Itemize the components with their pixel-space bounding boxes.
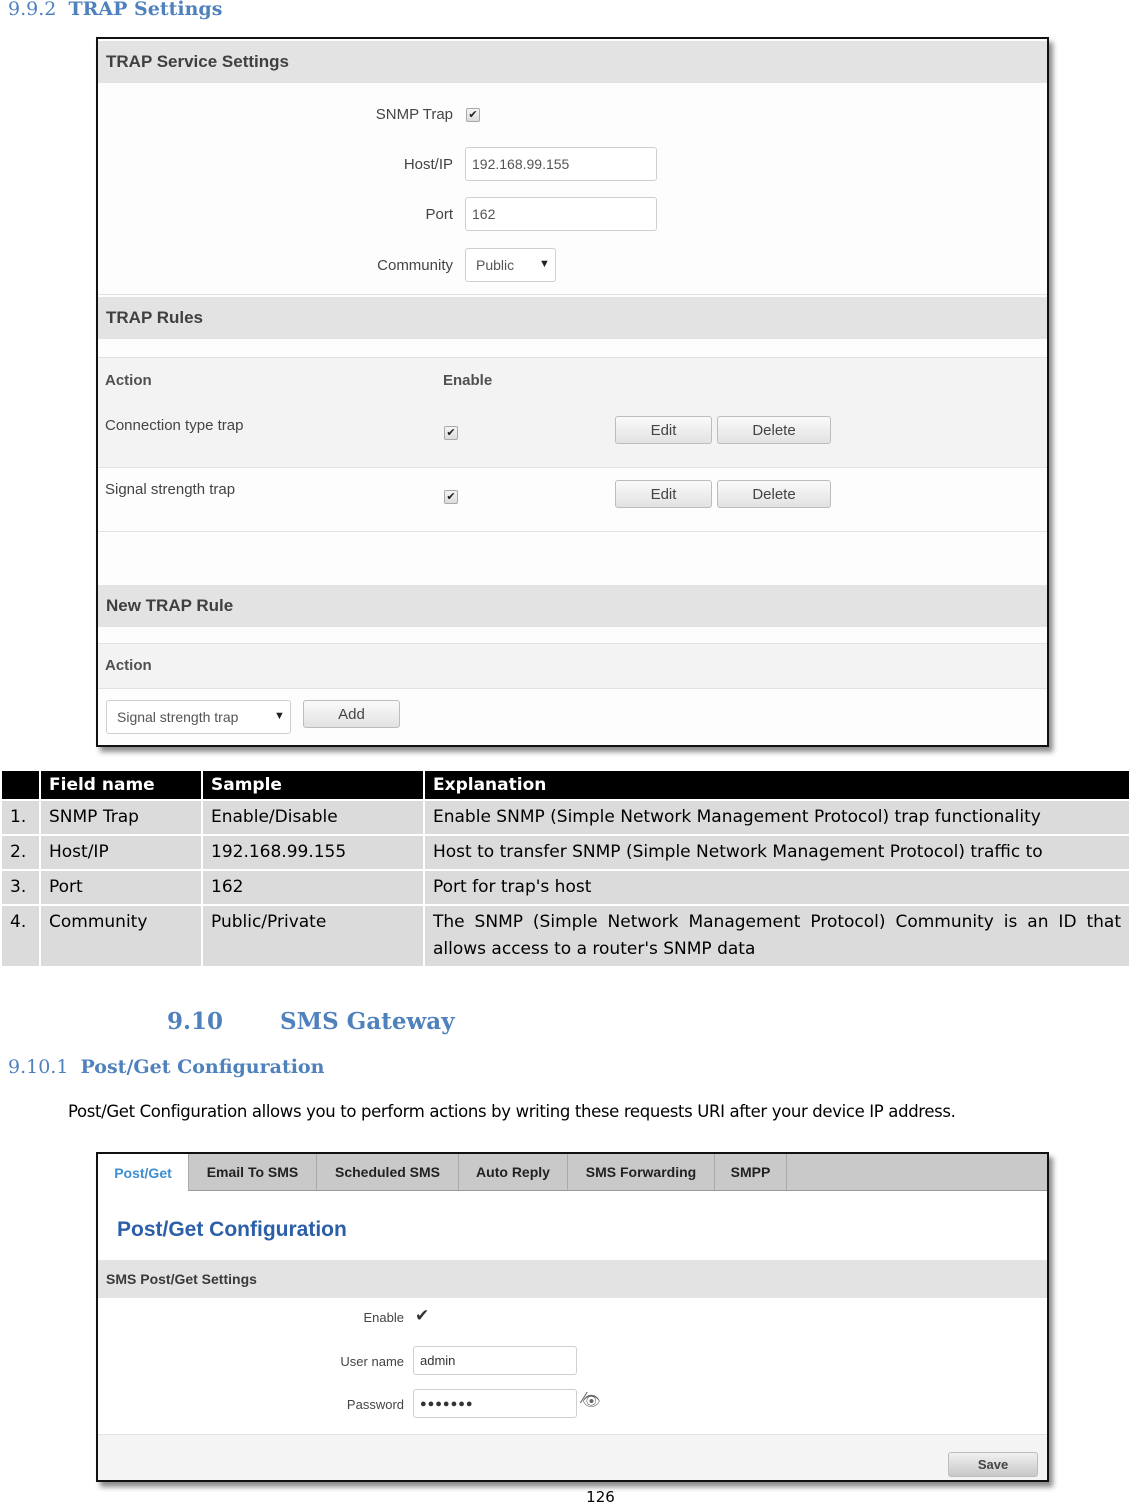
dropdown-arrow-icon: ▼ bbox=[539, 258, 550, 270]
toggle-password-visibility[interactable]: 👁 ∕ bbox=[582, 1390, 602, 1410]
trap-rules-header: TRAP Rules bbox=[98, 297, 1047, 339]
snmp-trap-label: SNMP Trap bbox=[375, 106, 453, 123]
divider bbox=[98, 294, 1047, 295]
tab-post-get[interactable]: Post/Get bbox=[98, 1154, 189, 1191]
dropdown-arrow-icon: ▼ bbox=[274, 710, 285, 722]
tab-smpp[interactable]: SMPP bbox=[715, 1154, 787, 1190]
section-heading-trap-settings: 9.9.2 TRAP Settings bbox=[8, 0, 222, 20]
section-number: 9.10.1 bbox=[8, 1056, 69, 1078]
sample: Enable/Disable bbox=[203, 801, 423, 834]
table-row: 4. Community Public/Private The SNMP (Si… bbox=[2, 906, 1129, 966]
explanation: Host to transfer SNMP (Simple Network Ma… bbox=[425, 836, 1129, 869]
table-row: 1. SNMP Trap Enable/Disable Enable SNMP … bbox=[2, 801, 1129, 834]
username-input[interactable]: admin bbox=[413, 1346, 577, 1375]
tab-scheduled-sms[interactable]: Scheduled SMS bbox=[317, 1154, 459, 1190]
enable-label: Enable bbox=[363, 1310, 404, 1325]
col-action: Action bbox=[105, 372, 152, 389]
rules-table-header: Action Enable bbox=[98, 357, 1047, 405]
page-title: Post/Get Configuration bbox=[117, 1218, 347, 1241]
section-number: 9.9.2 bbox=[8, 0, 57, 20]
community-select[interactable]: Public ▼ bbox=[465, 248, 556, 282]
password-input[interactable]: ●●●●●●● bbox=[413, 1389, 577, 1418]
field-name: SNMP Trap bbox=[41, 801, 201, 834]
section-title: SMS Gateway bbox=[280, 1008, 455, 1035]
snmp-trap-checkbox[interactable]: ✔ bbox=[466, 108, 480, 122]
trap-settings-screenshot: TRAP Service Settings SNMP Trap ✔ Host/I… bbox=[96, 37, 1049, 747]
new-rule-select-value: Signal strength trap bbox=[117, 709, 239, 725]
col-sample: Sample bbox=[203, 771, 423, 799]
tab-email-to-sms[interactable]: Email To SMS bbox=[189, 1154, 317, 1190]
save-button[interactable]: Save bbox=[948, 1452, 1038, 1477]
col-explanation: Explanation bbox=[425, 771, 1129, 799]
port-label: Port bbox=[425, 206, 453, 223]
checkmark-icon: ✔ bbox=[446, 491, 456, 503]
host-ip-input[interactable]: 192.168.99.155 bbox=[465, 147, 657, 181]
explanation: Enable SNMP (Simple Network Management P… bbox=[425, 801, 1129, 834]
row-number: 4. bbox=[2, 906, 39, 966]
col-field-name: Field name bbox=[41, 771, 201, 799]
sample: 192.168.99.155 bbox=[203, 836, 423, 869]
table-row: Signal strength trap ✔ Edit Delete bbox=[98, 468, 1047, 532]
password-label: Password bbox=[346, 1397, 404, 1412]
row-number: 3. bbox=[2, 871, 39, 904]
section-heading-post-get: 9.10.1 Post/Get Configuration bbox=[8, 1056, 324, 1078]
rule-action: Signal strength trap bbox=[105, 481, 236, 498]
col-number bbox=[2, 771, 39, 799]
rule-enable-checkbox[interactable]: ✔ bbox=[444, 490, 458, 504]
new-trap-rule-header: New TRAP Rule bbox=[98, 585, 1047, 627]
page-number: 126 bbox=[586, 1488, 615, 1506]
port-input[interactable]: 162 bbox=[465, 197, 657, 231]
sample: 162 bbox=[203, 871, 423, 904]
table-row: 3. Port 162 Port for trap's host bbox=[2, 871, 1129, 904]
tab-bar: Post/Get Email To SMS Scheduled SMS Auto… bbox=[98, 1154, 1047, 1191]
username-label: User name bbox=[340, 1354, 404, 1369]
table-row: Connection type trap ✔ Edit Delete bbox=[98, 404, 1047, 468]
checkmark-icon: ✔ bbox=[468, 109, 478, 121]
edit-button[interactable]: Edit bbox=[615, 416, 712, 444]
sample: Public/Private bbox=[203, 906, 423, 966]
col-action: Action bbox=[105, 657, 152, 674]
field-name: Port bbox=[41, 871, 201, 904]
row-number: 2. bbox=[2, 836, 39, 869]
explanation: Port for trap's host bbox=[425, 871, 1129, 904]
checkmark-icon: ✔ bbox=[415, 1306, 430, 1325]
community-select-value: Public bbox=[476, 257, 515, 273]
new-rule-table-header: Action bbox=[98, 643, 1047, 689]
field-name: Host/IP bbox=[41, 836, 201, 869]
form-footer: Save bbox=[98, 1434, 1047, 1480]
rule-action: Connection type trap bbox=[105, 417, 244, 434]
host-ip-label: Host/IP bbox=[403, 156, 453, 173]
add-button[interactable]: Add bbox=[303, 700, 400, 728]
tab-sms-forwarding[interactable]: SMS Forwarding bbox=[568, 1154, 715, 1190]
rule-enable-checkbox[interactable]: ✔ bbox=[444, 426, 458, 440]
field-table: Field name Sample Explanation 1. SNMP Tr… bbox=[0, 769, 1131, 968]
table-row: 2. Host/IP 192.168.99.155 Host to transf… bbox=[2, 836, 1129, 869]
trap-service-settings-header: TRAP Service Settings bbox=[98, 41, 1047, 83]
field-name: Community bbox=[41, 906, 201, 966]
delete-button[interactable]: Delete bbox=[717, 416, 831, 444]
row-number: 1. bbox=[2, 801, 39, 834]
sms-post-get-settings-header: SMS Post/Get Settings bbox=[98, 1260, 1047, 1298]
edit-button[interactable]: Edit bbox=[615, 480, 712, 508]
checkmark-icon: ✔ bbox=[446, 427, 456, 439]
community-label: Community bbox=[377, 257, 453, 274]
sms-gateway-screenshot: Post/Get Email To SMS Scheduled SMS Auto… bbox=[96, 1152, 1049, 1482]
intro-paragraph: Post/Get Configuration allows you to per… bbox=[68, 1102, 956, 1121]
new-rule-action-select[interactable]: Signal strength trap ▼ bbox=[106, 700, 291, 734]
table-header-row: Field name Sample Explanation bbox=[2, 771, 1129, 799]
eye-slash-icon: 👁 ∕ bbox=[582, 1390, 602, 1410]
delete-button[interactable]: Delete bbox=[717, 480, 831, 508]
explanation: The SNMP (Simple Network Management Prot… bbox=[425, 906, 1129, 966]
section-title: Post/Get Configuration bbox=[80, 1056, 325, 1078]
col-enable: Enable bbox=[443, 372, 493, 389]
section-heading-sms-gateway: 9.10 SMS Gateway bbox=[167, 1008, 455, 1035]
enable-checkbox[interactable]: ✔ bbox=[415, 1306, 429, 1326]
section-number: 9.10 bbox=[167, 1008, 224, 1035]
tab-auto-reply[interactable]: Auto Reply bbox=[459, 1154, 568, 1190]
section-title: TRAP Settings bbox=[68, 0, 223, 20]
